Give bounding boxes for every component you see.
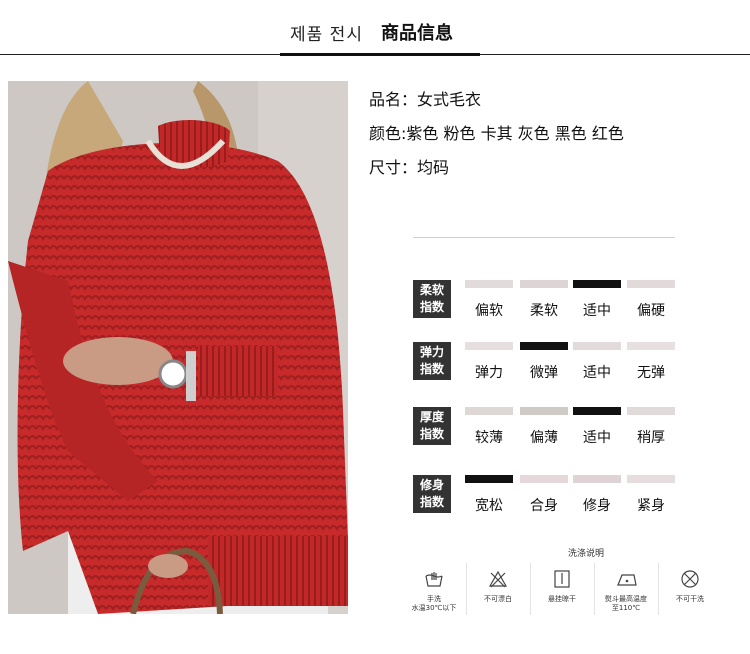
care-title: 洗涤说明 bbox=[568, 549, 605, 559]
sweater-illustration bbox=[8, 81, 348, 614]
product-colors: 颜色:紫色 粉色 卡其 灰色 黑色 红色 bbox=[369, 124, 624, 143]
metric-tag: 柔软 指数 bbox=[413, 280, 451, 318]
care-label: 熨斗最高温度 bbox=[605, 595, 647, 603]
care-item-hang-dry: 悬挂晾干 bbox=[530, 563, 595, 615]
metric-bar-selected bbox=[465, 475, 513, 483]
metric-bar bbox=[465, 342, 513, 350]
metric-bar bbox=[465, 280, 513, 288]
care-item-iron: 熨斗最高温度 至110℃ bbox=[594, 563, 659, 615]
header-subtitle: 제품 전시 bbox=[290, 25, 363, 45]
metric-option-label: 稍厚 bbox=[637, 430, 665, 446]
metric-option-label: 无弹 bbox=[637, 365, 665, 381]
care-label: 不可漂白 bbox=[484, 595, 512, 603]
care-label-sub: 水温30℃以下 bbox=[411, 604, 457, 612]
metric-option-label: 较薄 bbox=[475, 430, 503, 446]
product-size: 尺寸：均码 bbox=[369, 158, 450, 177]
metric-option-label: 弹力 bbox=[475, 365, 503, 381]
metric-bar bbox=[627, 280, 675, 288]
care-item-no-dry-clean: 不可干洗 bbox=[658, 563, 722, 615]
metric-bar bbox=[627, 342, 675, 350]
care-instructions: 手洗 水温30℃以下 不可漂白 悬挂晾干 熨斗最高温度 至110℃ 不可干洗 bbox=[402, 563, 722, 615]
metric-option-label: 适中 bbox=[583, 430, 611, 446]
metric-tag-line1: 弹力 bbox=[419, 345, 444, 359]
hang-dry-icon bbox=[554, 570, 570, 588]
metric-tag-line1: 修身 bbox=[419, 478, 444, 492]
metric-tag-line2: 指数 bbox=[419, 495, 444, 509]
metric-tag: 修身 指数 bbox=[413, 475, 451, 513]
care-label: 悬挂晾干 bbox=[548, 595, 576, 603]
care-item-no-bleach: 不可漂白 bbox=[466, 563, 531, 615]
metric-option-label: 宽松 bbox=[475, 498, 503, 514]
metric-tag-line2: 指数 bbox=[419, 300, 444, 314]
metric-option-label: 偏软 bbox=[475, 303, 503, 319]
care-item-hand-wash: 手洗 水温30℃以下 bbox=[402, 563, 467, 615]
metric-option-label: 偏薄 bbox=[530, 430, 558, 446]
metric-bar bbox=[520, 280, 568, 288]
section-divider bbox=[413, 237, 675, 238]
metric-tag-line1: 柔软 bbox=[419, 283, 444, 297]
metric-tag-line1: 厚度 bbox=[419, 410, 444, 424]
no-dry-clean-icon bbox=[681, 570, 699, 588]
no-bleach-icon bbox=[488, 570, 508, 588]
product-photo bbox=[8, 81, 348, 614]
metric-bar bbox=[573, 342, 621, 350]
care-label: 不可干洗 bbox=[676, 595, 704, 603]
metric-option-label: 适中 bbox=[583, 303, 611, 319]
header-title: 商品信息 bbox=[381, 23, 453, 44]
metric-option-label: 修身 bbox=[583, 498, 611, 514]
metric-option-label: 紧身 bbox=[637, 498, 665, 514]
metric-tag: 厚度 指数 bbox=[413, 407, 451, 445]
metric-bar bbox=[465, 407, 513, 415]
care-label-sub: 至110℃ bbox=[611, 604, 641, 612]
metric-tag-line2: 指数 bbox=[419, 362, 444, 376]
metric-option-label: 合身 bbox=[530, 498, 558, 514]
header-rule-accent bbox=[280, 53, 480, 56]
page-header: 제품 전시 商品信息 bbox=[0, 0, 750, 56]
metric-option-label: 适中 bbox=[583, 365, 611, 381]
metric-bar bbox=[520, 407, 568, 415]
metric-tag-line2: 指数 bbox=[419, 427, 444, 441]
metric-bar-selected bbox=[573, 407, 621, 415]
care-label: 手洗 bbox=[427, 595, 441, 603]
metric-option-label: 偏硬 bbox=[637, 303, 665, 319]
metric-option-label: 柔软 bbox=[530, 303, 558, 319]
metric-bar-selected bbox=[573, 280, 621, 288]
iron-icon bbox=[617, 574, 637, 586]
product-name: 品名：女式毛衣 bbox=[369, 90, 482, 109]
metric-option-label: 微弹 bbox=[530, 365, 558, 381]
metric-bar bbox=[627, 475, 675, 483]
metric-bar bbox=[573, 475, 621, 483]
metric-bar bbox=[627, 407, 675, 415]
metric-tag: 弹力 指数 bbox=[413, 342, 451, 380]
hand-wash-icon bbox=[425, 572, 443, 587]
metric-bar-selected bbox=[520, 342, 568, 350]
metric-bar bbox=[520, 475, 568, 483]
